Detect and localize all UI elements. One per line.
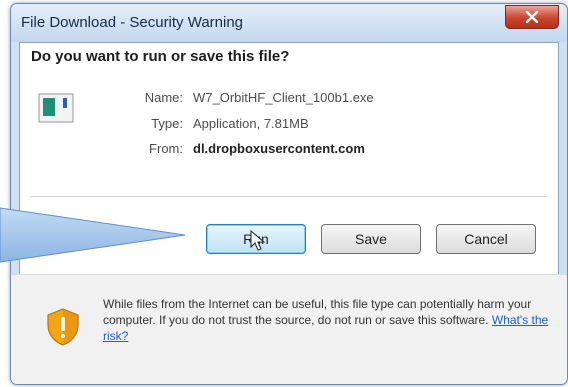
warning-message: While files from the Internet can be use… [103, 296, 555, 344]
file-download-dialog: File Download - Security Warning Do you … [10, 3, 568, 385]
name-value: W7_OrbitHF_Client_100b1.exe [193, 90, 374, 105]
type-label: Type: [151, 116, 183, 131]
mouse-pointer-icon [250, 230, 266, 251]
dialog-title: File Download - Security Warning [21, 14, 244, 31]
from-label: From: [149, 141, 183, 156]
callout-arrow [0, 207, 186, 263]
dialog-question: Do you want to run or save this file? [31, 48, 290, 65]
type-value: Application, 7.81MB [193, 116, 309, 131]
save-button[interactable]: Save [321, 224, 421, 254]
application-file-icon [38, 93, 74, 123]
close-button[interactable] [505, 5, 559, 29]
cancel-button[interactable]: Cancel [436, 224, 536, 254]
name-label: Name: [144, 90, 183, 105]
from-value: dl.dropboxusercontent.com [193, 141, 365, 156]
title-bar[interactable]: File Download - Security Warning [11, 4, 567, 42]
close-icon [525, 11, 539, 23]
security-shield-icon [47, 308, 79, 346]
warning-text: While files from the Internet can be use… [103, 297, 532, 327]
